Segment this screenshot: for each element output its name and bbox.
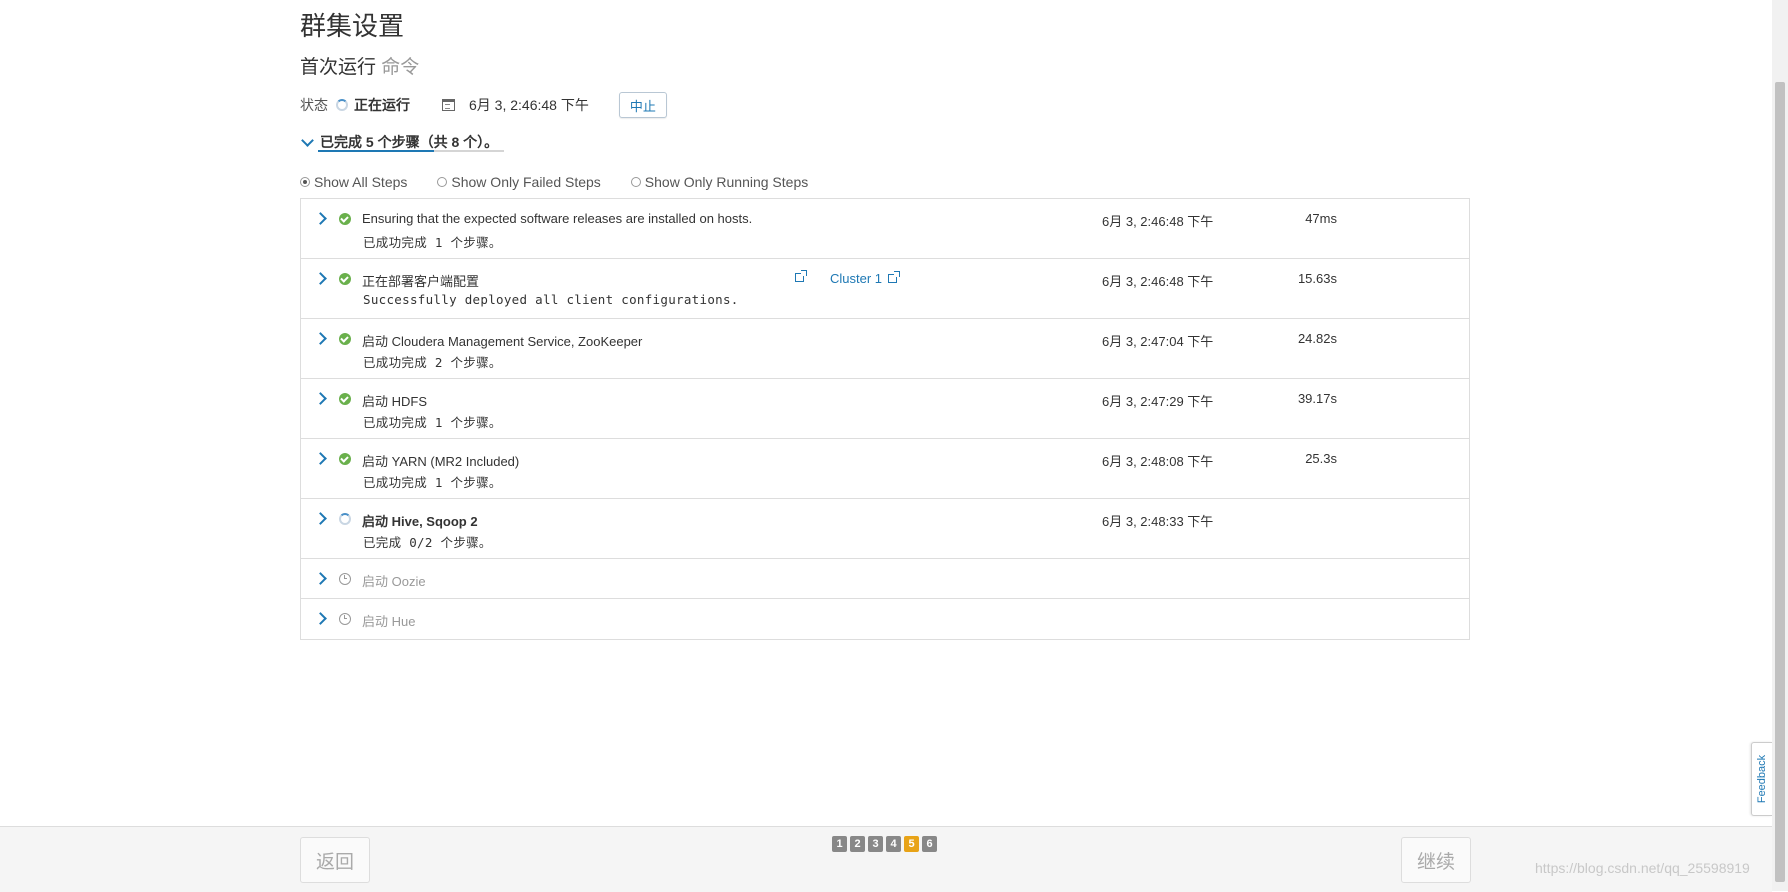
page-title: 群集设置 [300, 11, 405, 41]
step-start-time: 6月 3, 2:46:48 下午 [1102, 274, 1214, 289]
radio-button[interactable] [630, 177, 641, 187]
clock-icon [339, 613, 351, 625]
step-detail: Successfully deployed all client configu… [363, 292, 739, 307]
calendar-icon [442, 99, 455, 111]
step-filters: Show All Steps Show Only Failed Steps Sh… [300, 174, 838, 190]
spinner-icon [339, 513, 351, 525]
cluster-link-label: Cluster 1 [830, 271, 883, 286]
step-detail: 已成功完成 2 个步骤。 [363, 355, 502, 370]
wizard-page-4: 4 [886, 836, 901, 852]
chevron-right-icon[interactable] [314, 572, 327, 585]
watermark: https://blog.csdn.net/qq_25598919 [1535, 860, 1750, 876]
chevron-right-icon[interactable] [314, 612, 327, 625]
continue-button[interactable]: 继续 [1401, 837, 1472, 883]
check-circle-icon [339, 393, 351, 405]
steps-summary: 已完成 5 个步骤（共 8 个）。 [320, 134, 499, 150]
step-row: 正在部署客户端配置 Cluster 1 Successfully deploye… [301, 259, 1469, 319]
wizard-page-2: 2 [850, 836, 865, 852]
step-duration: 39.17s [1297, 391, 1337, 406]
step-duration: 24.82s [1297, 331, 1337, 346]
status-value: 正在运行 [354, 97, 410, 113]
filter-running-steps[interactable]: Show Only Running Steps [630, 174, 809, 190]
step-row: 启动 Cloudera Management Service, ZooKeepe… [301, 319, 1469, 379]
step-duration: 47ms [1305, 211, 1337, 226]
step-start-time: 6月 3, 2:48:33 下午 [1102, 514, 1214, 529]
chevron-right-icon[interactable] [314, 272, 327, 285]
steps-list: Ensuring that the expected software rele… [300, 198, 1470, 640]
cluster-link[interactable]: Cluster 1 [830, 271, 901, 286]
step-row: 启动 Hue [301, 599, 1469, 639]
filter-label: Show Only Running Steps [644, 174, 809, 190]
step-detail: 已成功完成 1 个步骤。 [363, 415, 502, 430]
chevron-right-icon[interactable] [314, 212, 327, 225]
external-link-icon [888, 271, 901, 283]
step-row: 启动 Oozie [301, 559, 1469, 599]
step-start-time: 6月 3, 2:48:08 下午 [1102, 454, 1214, 469]
step-name: Ensuring that the expected software rele… [362, 211, 753, 226]
step-duration: 25.3s [1305, 451, 1337, 466]
steps-summary-toggle[interactable]: 已完成 5 个步骤（共 8 个）。 [300, 132, 498, 152]
steps-progress-fill [318, 150, 435, 152]
radio-button[interactable] [437, 177, 448, 187]
check-circle-icon [339, 213, 351, 225]
step-row: 启动 Hive, Sqoop 2 已完成 0/2 个步骤。 6月 3, 2:48… [301, 499, 1469, 559]
subtitle-main: 首次运行 [300, 57, 377, 78]
step-row: 启动 YARN (MR2 Included) 已成功完成 1 个步骤。 6月 3… [301, 439, 1469, 499]
wizard-page: 群集设置 首次运行 命令 状态 正在运行 6月 3, 2:46:48 下午 中止… [0, 0, 1788, 892]
wizard-page-3: 3 [868, 836, 883, 852]
clock-icon [339, 573, 351, 585]
filter-failed-steps[interactable]: Show Only Failed Steps [437, 174, 601, 190]
filter-label: Show Only Failed Steps [451, 174, 601, 190]
filter-label: Show All Steps [314, 174, 408, 190]
scrollbar-thumb[interactable] [1775, 82, 1785, 882]
step-start-time: 6月 3, 2:46:48 下午 [1102, 214, 1214, 229]
page-subtitle: 首次运行 命令 [300, 52, 419, 79]
step-name: 启动 HDFS [362, 394, 428, 409]
step-name: 启动 Oozie [362, 574, 426, 589]
step-detail: 已成功完成 1 个步骤。 [363, 235, 502, 250]
step-name: 启动 Hive, Sqoop 2 [362, 514, 478, 529]
chevron-down-icon [301, 133, 314, 147]
abort-button[interactable]: 中止 [618, 92, 667, 118]
spinner-icon [336, 99, 348, 111]
wizard-step-indicator: 1 2 3 4 5 6 [832, 836, 940, 852]
step-row: Ensuring that the expected software rele… [301, 199, 1469, 259]
radio-button[interactable] [300, 177, 310, 187]
step-detail: 已完成 0/2 个步骤。 [363, 535, 492, 550]
step-start-time: 6月 3, 2:47:29 下午 [1102, 394, 1214, 409]
wizard-page-5: 5 [904, 836, 919, 852]
filter-all-steps[interactable]: Show All Steps [300, 174, 407, 190]
steps-progress-bar [318, 150, 504, 152]
command-status-bar: 状态 正在运行 6月 3, 2:46:48 下午 中止 [300, 92, 667, 118]
step-duration: 15.63s [1297, 271, 1337, 286]
subtitle-command: 命令 [381, 57, 420, 78]
vertical-scrollbar[interactable] [1772, 0, 1788, 891]
status-datetime: 6月 3, 2:46:48 下午 [469, 97, 589, 113]
wizard-page-1: 1 [832, 836, 847, 852]
step-start-time: 6月 3, 2:47:04 下午 [1102, 334, 1214, 349]
step-row: 启动 HDFS 已成功完成 1 个步骤。 6月 3, 2:47:29 下午 39… [301, 379, 1469, 439]
check-circle-icon [339, 273, 351, 285]
chevron-right-icon[interactable] [314, 512, 327, 525]
chevron-right-icon[interactable] [314, 332, 327, 345]
wizard-footer: 返回 1 2 3 4 5 6 继续 [0, 826, 1772, 892]
check-circle-icon [339, 333, 351, 345]
feedback-label: Feedback [1756, 754, 1768, 804]
chevron-right-icon[interactable] [314, 392, 327, 405]
back-button[interactable]: 返回 [300, 837, 371, 883]
step-detail: 已成功完成 1 个步骤。 [363, 475, 502, 490]
step-name: 启动 YARN (MR2 Included) [362, 454, 520, 469]
step-name: 启动 Cloudera Management Service, ZooKeepe… [362, 334, 643, 349]
step-name: 正在部署客户端配置 [362, 274, 480, 289]
step-name: 启动 Hue [362, 614, 416, 629]
external-link-icon[interactable] [795, 270, 807, 282]
wizard-page-6: 6 [922, 836, 937, 852]
status-label: 状态 [300, 97, 328, 113]
check-circle-icon [339, 453, 351, 465]
chevron-right-icon[interactable] [314, 452, 327, 465]
feedback-tab[interactable]: Feedback [1751, 742, 1772, 816]
